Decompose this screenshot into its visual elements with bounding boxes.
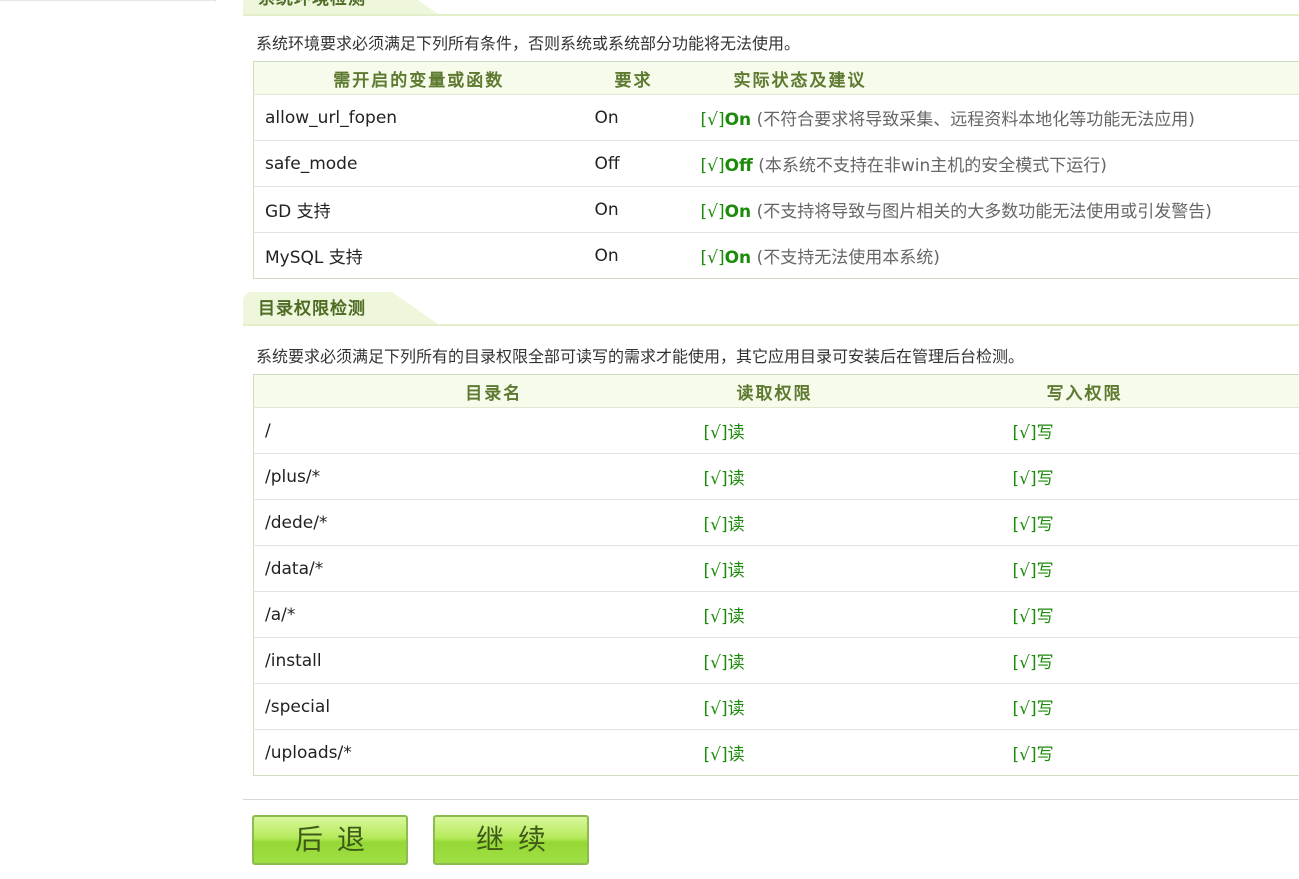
read-permission: 读 xyxy=(727,699,745,719)
check-mark: [√] xyxy=(703,423,728,443)
col-header-required: 要求 xyxy=(583,61,684,95)
table-row: /dede/* [√]读 [√]写 xyxy=(253,499,1299,546)
table-header-row: 需开启的变量或函数 要求 实际状态及建议 xyxy=(253,61,1299,95)
env-var-note: (不符合要求将导致采集、远程资料本地化等功能无法应用) xyxy=(756,110,1195,130)
check-mark: [√] xyxy=(1012,469,1037,489)
dir-name: /special xyxy=(253,683,704,730)
read-permission: 读 xyxy=(727,561,745,581)
check-mark: [√] xyxy=(703,745,728,765)
table-row: / [√]读 [√]写 xyxy=(253,407,1299,454)
table-header-row: 目录名 读取权限 写入权限 xyxy=(253,374,1299,408)
col-header-name: 需开启的变量或函数 xyxy=(253,61,584,95)
env-var-required: Off xyxy=(583,140,684,187)
write-permission: 写 xyxy=(1036,561,1054,581)
check-mark: [√] xyxy=(700,202,725,222)
check-mark: [√] xyxy=(1012,561,1037,581)
check-mark: [√] xyxy=(703,515,728,535)
check-mark: [√] xyxy=(703,607,728,627)
dir-section-description: 系统要求必须满足下列所有的目录权限全部可读写的需求才能使用，其它应用目录可安装后… xyxy=(256,347,1025,366)
write-permission: 写 xyxy=(1036,423,1054,443)
env-section-underline xyxy=(243,14,1299,16)
check-mark: [√] xyxy=(703,653,728,673)
write-permission: 写 xyxy=(1036,607,1054,627)
table-row: allow_url_fopen On [√]On (不符合要求将导致采集、远程资料本… xyxy=(253,94,1299,141)
env-section-header: 系统环境检测 xyxy=(243,0,1299,16)
dir-section-header: 目录权限检测 xyxy=(243,292,1299,326)
env-var-name: MySQL 支持 xyxy=(265,248,363,268)
check-mark: [√] xyxy=(700,156,725,176)
dir-name: /a/* xyxy=(253,591,704,638)
env-var-status: Off xyxy=(724,156,753,176)
read-permission: 读 xyxy=(727,469,745,489)
sidebar-edge xyxy=(215,0,216,2)
col-header-read: 读取权限 xyxy=(703,374,1013,408)
write-permission: 写 xyxy=(1036,745,1054,765)
env-var-note: (本系统不支持在非win主机的安全模式下运行) xyxy=(758,156,1107,176)
env-var-required: On xyxy=(583,94,684,141)
col-header-dir: 目录名 xyxy=(253,374,704,408)
check-mark: [√] xyxy=(1012,423,1037,443)
check-mark: [√] xyxy=(700,110,725,130)
read-permission: 读 xyxy=(727,653,745,673)
table-row: /special [√]读 [√]写 xyxy=(253,683,1299,730)
dir-section-title: 目录权限检测 xyxy=(243,292,438,324)
check-mark: [√] xyxy=(1012,515,1037,535)
check-mark: [√] xyxy=(703,561,728,581)
env-var-required: On xyxy=(594,245,619,266)
dir-name: /data/* xyxy=(253,545,704,592)
env-section-title: 系统环境检测 xyxy=(243,0,438,14)
env-var-status: On xyxy=(724,110,752,130)
table-row: /a/* [√]读 [√]写 xyxy=(253,591,1299,638)
sidebar-divider xyxy=(0,0,215,1)
env-check-table: 需开启的变量或函数 要求 实际状态及建议 allow_url_fopen On [√… xyxy=(253,61,1299,279)
read-permission: 读 xyxy=(727,423,745,443)
dir-check-table: 目录名 读取权限 写入权限 / [√]读 [√]写/plus/* [√]读 [√]写/d… xyxy=(253,374,1299,776)
table-row: safe_mode Off [√]Off (本系统不支持在非win主机的安全模式下运… xyxy=(253,140,1299,187)
dir-name: /uploads/* xyxy=(265,742,352,763)
env-var-name: GD 支持 xyxy=(253,186,584,233)
check-mark: [√] xyxy=(700,248,725,268)
footer-divider xyxy=(243,799,1299,800)
table-row: /install [√]读 [√]写 xyxy=(253,637,1299,684)
dir-section-underline xyxy=(243,324,1299,326)
dir-name: /install xyxy=(253,637,704,684)
env-var-note: (不支持将导致与图片相关的大多数功能无法使用或引发警告) xyxy=(756,202,1212,222)
check-mark: [√] xyxy=(1012,607,1037,627)
env-var-required: On xyxy=(583,186,684,233)
dir-name: /dede/* xyxy=(253,499,704,546)
col-header-status: 实际状态及建议 xyxy=(683,61,1299,95)
col-header-write: 写入权限 xyxy=(1012,374,1299,408)
write-permission: 写 xyxy=(1036,469,1054,489)
read-permission: 读 xyxy=(727,515,745,535)
env-section-description: 系统环境要求必须满足下列所有条件，否则系统或系统部分功能将无法使用。 xyxy=(256,34,801,53)
check-mark: [√] xyxy=(1012,653,1037,673)
env-var-name: safe_mode xyxy=(253,140,584,187)
write-permission: 写 xyxy=(1036,515,1054,535)
dir-name: / xyxy=(253,407,704,454)
env-var-note: (不支持无法使用本系统) xyxy=(756,248,940,268)
write-permission: 写 xyxy=(1036,653,1054,673)
read-permission: 读 xyxy=(727,745,745,765)
table-row: GD 支持 On [√]On (不支持将导致与图片相关的大多数功能无法使用或引发警告… xyxy=(253,186,1299,233)
env-var-status: On xyxy=(724,202,752,222)
check-mark: [√] xyxy=(1012,745,1037,765)
table-row: /plus/* [√]读 [√]写 xyxy=(253,453,1299,500)
table-row: /uploads/* [√]读 [√]写 xyxy=(254,730,1299,776)
table-row: MySQL 支持 On [√]On (不支持无法使用本系统) xyxy=(254,233,1299,279)
env-var-name: allow_url_fopen xyxy=(253,94,584,141)
check-mark: [√] xyxy=(703,699,728,719)
write-permission: 写 xyxy=(1036,699,1054,719)
read-permission: 读 xyxy=(727,607,745,627)
table-row: /data/* [√]读 [√]写 xyxy=(253,545,1299,592)
env-var-status: On xyxy=(724,248,752,268)
check-mark: [√] xyxy=(1012,699,1037,719)
back-button[interactable]: 后退 xyxy=(252,815,408,865)
dir-name: /plus/* xyxy=(253,453,704,500)
check-mark: [√] xyxy=(703,469,728,489)
continue-button[interactable]: 继续 xyxy=(433,815,589,865)
